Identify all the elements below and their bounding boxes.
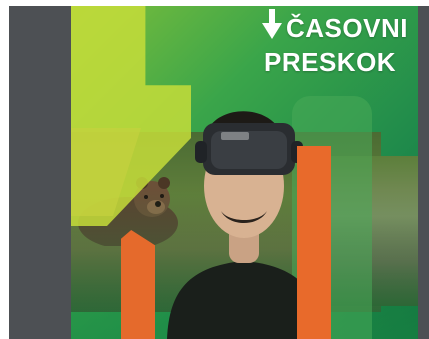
- vr-headset-logo-icon: [221, 132, 249, 140]
- orange-bar-right: [297, 146, 331, 339]
- viewer-frame: ČASOVNI PRESKOK: [9, 6, 429, 339]
- down-arrow-icon: [262, 9, 282, 39]
- poster: ČASOVNI PRESKOK: [71, 6, 418, 339]
- title-line-2: PRESKOK: [264, 47, 397, 77]
- title-line-1: ČASOVNI: [286, 13, 408, 43]
- poster-title: ČASOVNI PRESKOK: [262, 7, 414, 81]
- orange-bar-left: [121, 230, 155, 339]
